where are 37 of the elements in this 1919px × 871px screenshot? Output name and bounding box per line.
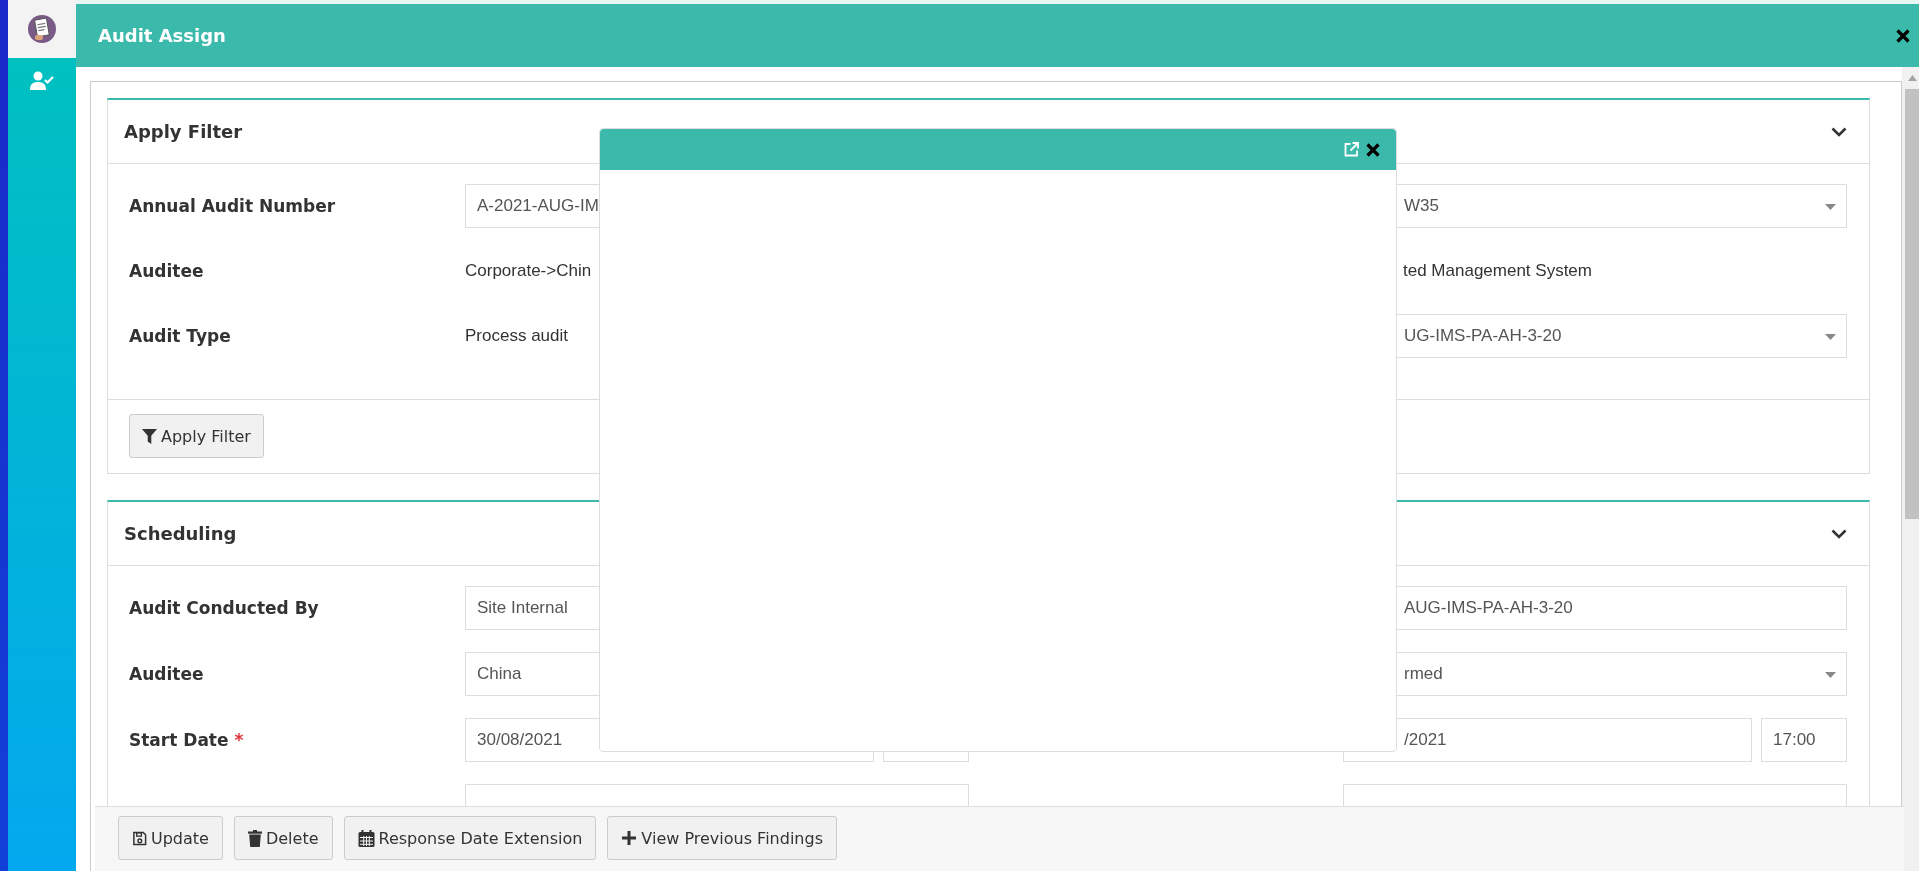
panel-title: Scheduling [124,523,237,544]
caret-icon [1825,334,1836,340]
field-label: Audit Type [129,326,232,346]
time-field[interactable]: 17:00 [1761,718,1847,762]
sidebar-item[interactable] [8,0,76,58]
field-label: Start Date * [129,730,245,750]
caret-icon [1825,204,1836,210]
external-link-icon[interactable] [1344,142,1359,157]
caret-icon [1825,672,1836,678]
footer-button[interactable]: Delete [233,816,333,860]
close-icon[interactable] [1366,142,1380,157]
footer-button[interactable]: Update [118,816,223,860]
chevron-down-icon[interactable] [1831,126,1847,137]
field-value: ted Management System [1403,261,1593,281]
footer-button[interactable]: View Previous Findings [607,816,837,860]
footer-button[interactable]: Response Date Extension [343,816,597,860]
chevron-down-icon[interactable] [1831,528,1847,539]
field-value: Corporate->Chin [465,261,593,281]
field-label: Auditee [129,664,205,684]
field-label: Audit Conducted By [129,598,320,618]
field-label: Annual Audit Number [129,196,337,216]
filter-icon [142,428,157,444]
document-icon [27,14,57,44]
field-value: Process audit [465,326,569,346]
date-field[interactable]: /2021 [1343,718,1752,762]
user-check-icon [30,71,54,91]
trash-icon [247,829,262,847]
close-icon[interactable] [1896,28,1910,43]
plus-icon [621,830,638,846]
calendar-icon [357,829,375,847]
dialog-title: Audit Assign [98,25,226,46]
scrollbar[interactable] [1902,67,1919,871]
panel-title: Apply Filter [124,121,243,142]
field-label: Auditee [129,261,205,281]
scroll-up-icon[interactable] [1908,75,1917,81]
save-icon [132,830,147,846]
apply-filter-button[interactable]: Apply Filter [129,414,264,458]
